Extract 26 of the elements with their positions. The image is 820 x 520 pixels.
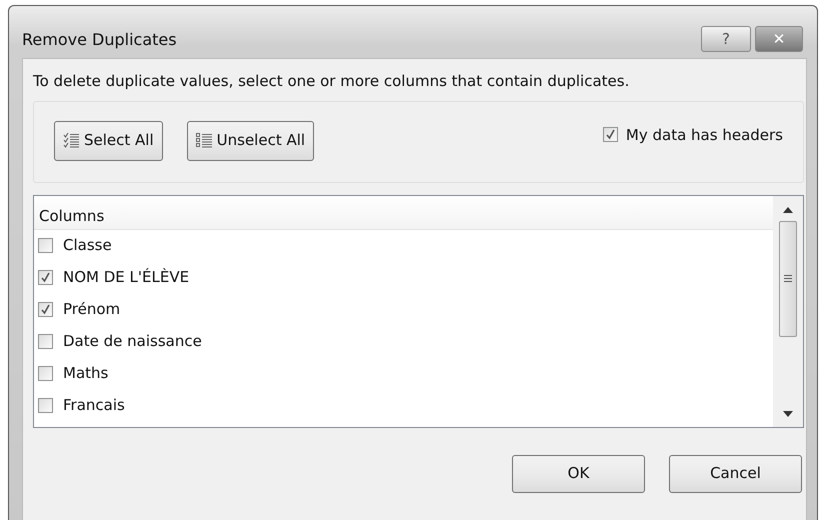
scroll-thumb[interactable] bbox=[779, 220, 797, 336]
scroll-down-icon[interactable] bbox=[783, 410, 793, 416]
column-name: Maths bbox=[63, 363, 108, 384]
column-name: NOM DE L'ÉLÈVE bbox=[63, 267, 190, 288]
headers-label: My data has headers bbox=[626, 124, 783, 146]
scroll-up-icon[interactable] bbox=[783, 206, 793, 212]
checkbox[interactable] bbox=[602, 127, 618, 142]
unselect-all-button[interactable]: Unselect All bbox=[186, 120, 314, 160]
checkbox[interactable] bbox=[38, 270, 53, 285]
column-name: Date de naissance bbox=[63, 331, 202, 352]
column-name: Francais bbox=[63, 395, 125, 416]
column-name: Prénom bbox=[63, 299, 120, 320]
checkbox[interactable] bbox=[38, 366, 53, 381]
ok-button[interactable]: OK bbox=[512, 454, 645, 492]
instruction-text: To delete duplicate values, select one or more columns that contain duplicates. bbox=[33, 71, 630, 92]
checkbox[interactable] bbox=[38, 302, 53, 317]
checkbox[interactable] bbox=[38, 398, 53, 413]
select-list-icon bbox=[63, 133, 80, 148]
column-name: Classe bbox=[63, 235, 112, 256]
unselect-list-icon bbox=[196, 133, 213, 148]
help-button[interactable]: ? bbox=[701, 26, 751, 52]
cancel-button[interactable]: Cancel bbox=[669, 454, 802, 492]
window-title: Remove Duplicates bbox=[22, 29, 177, 51]
checkbox[interactable] bbox=[38, 238, 53, 253]
select-all-button[interactable]: Select All bbox=[54, 120, 163, 160]
checkbox[interactable] bbox=[38, 334, 53, 349]
